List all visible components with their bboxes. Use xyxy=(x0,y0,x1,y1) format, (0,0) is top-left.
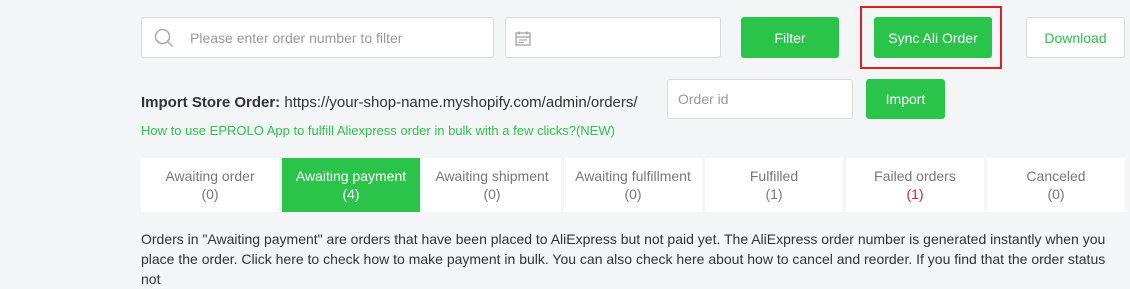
tab-count: (0) xyxy=(201,186,219,202)
order-id-input[interactable] xyxy=(678,80,843,118)
order-id-box[interactable] xyxy=(667,79,853,119)
tab-label: Fulfilled xyxy=(749,168,799,184)
filter-button[interactable]: Filter xyxy=(741,17,839,58)
tab-label: Awaiting payment xyxy=(295,168,407,184)
awaiting-payment-description: Orders in "Awaiting payment" are orders … xyxy=(141,231,1106,287)
store-orders-url: https://your-shop-name.myshopify.com/adm… xyxy=(284,94,638,111)
tab-label: Awaiting order xyxy=(165,168,255,184)
tab-count: (1) xyxy=(765,186,783,202)
tab-label: Canceled xyxy=(1026,168,1086,184)
download-button[interactable]: Download xyxy=(1026,17,1125,58)
import-label: Import Store Order: xyxy=(141,94,281,111)
import-store-order-row: Import Store Order: https://your-shop-na… xyxy=(141,94,638,111)
order-status-tabs: Awaiting order (0) Awaiting payment (4) … xyxy=(141,158,1125,212)
tab-count: (4) xyxy=(342,186,360,202)
tab-awaiting-payment[interactable]: Awaiting payment (4) xyxy=(282,158,420,212)
tab-awaiting-order[interactable]: Awaiting order (0) xyxy=(141,158,279,212)
search-input[interactable] xyxy=(190,18,485,57)
date-range-picker[interactable] xyxy=(505,17,721,58)
tab-awaiting-fulfillment[interactable]: Awaiting fulfillment (0) xyxy=(564,158,702,212)
tab-failed-orders[interactable]: Failed orders (1) xyxy=(846,158,984,212)
search-icon xyxy=(154,28,174,48)
tab-count: (1) xyxy=(906,186,924,202)
tab-count: (0) xyxy=(1047,186,1065,202)
tab-awaiting-shipment[interactable]: Awaiting shipment (0) xyxy=(423,158,561,212)
tab-count: (0) xyxy=(624,186,642,202)
import-button[interactable]: Import xyxy=(866,79,945,119)
tab-label: Failed orders xyxy=(874,168,956,184)
order-search-box[interactable] xyxy=(141,17,494,58)
help-link[interactable]: How to use EPROLO App to fulfill Aliexpr… xyxy=(141,123,615,138)
tab-fulfilled[interactable]: Fulfilled (1) xyxy=(705,158,843,212)
calendar-icon xyxy=(515,31,531,46)
tab-canceled[interactable]: Canceled (0) xyxy=(987,158,1125,212)
tab-label: Awaiting shipment xyxy=(435,168,549,184)
sync-ali-order-button[interactable]: Sync Ali Order xyxy=(874,17,992,58)
tab-label: Awaiting fulfillment xyxy=(575,168,691,184)
tab-count: (0) xyxy=(483,186,501,202)
